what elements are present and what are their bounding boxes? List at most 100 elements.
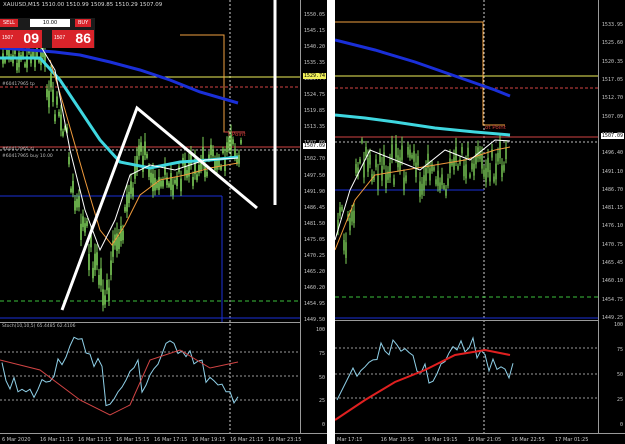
buy-tab[interactable]: BUY — [75, 19, 92, 27]
right-time-axis[interactable]: Mar 17:15 16 Mar 18:55 16 Mar 19:15 16 Mar … — [335, 433, 625, 444]
left-candle-body — [74, 200, 76, 211]
left-price-scale[interactable]: 1550.05 1545.15 1540.20 1535.35 1529.74 1524.… — [300, 0, 327, 444]
left-candle-body — [196, 174, 198, 181]
left-candle-body — [108, 287, 110, 301]
left-stoch-main — [1, 336, 239, 407]
left-candle-body — [238, 154, 240, 164]
right-candle-body — [503, 164, 505, 171]
left-symbol-label: XAUUSD,M15 1510.00 1510.99 1509.85 1510.… — [3, 2, 163, 8]
right-osc-label-1: 75 — [616, 347, 623, 353]
left-candle-body — [162, 180, 164, 187]
right-price-scale[interactable]: 1533.95 1525.60 1520.35 1517.05 1512.70 1507.… — [598, 0, 625, 444]
left-price-label-1: 1545.15 — [303, 28, 325, 35]
right-candle-body — [365, 146, 367, 157]
left-candle-body — [70, 188, 72, 193]
left-candle-body — [86, 221, 88, 227]
left-candle-body — [46, 89, 48, 98]
left-candle-body — [214, 161, 216, 171]
left-candle-body — [78, 196, 80, 208]
left-candle-body — [72, 180, 74, 193]
right-price-label-8: 1491.10 — [601, 168, 623, 175]
right-candle-body — [343, 240, 345, 251]
left-candle-body — [120, 225, 122, 242]
right-candle-body — [407, 146, 409, 155]
right-candle-body — [369, 154, 371, 165]
left-candle-body — [32, 51, 34, 57]
one-click-trading-panel: SELL 10.00 BUY 1507 09 1507 86 — [0, 18, 95, 48]
right-candle-body — [425, 168, 427, 181]
oscillator-separator[interactable] — [0, 322, 327, 323]
sell-button[interactable]: 1507 09 — [0, 30, 42, 48]
left-price-chart[interactable] — [0, 0, 327, 444]
right-time-label-2: 16 Mar 19:15 — [424, 437, 458, 443]
right-price-label-10: 1481.15 — [601, 205, 623, 212]
right-candle-body — [367, 158, 369, 172]
left-price-label-6: 1519.85 — [303, 108, 325, 115]
right-chart-window[interactable]: ot Point 1533.95 1525.60 1520.35 1517.05 151… — [335, 0, 625, 444]
left-candle-body — [106, 279, 108, 291]
left-candle-body — [58, 111, 60, 117]
left-ma-long — [0, 46, 239, 105]
right-price-label-14: 1460.10 — [601, 278, 623, 285]
right-candle-body — [433, 167, 435, 171]
right-candle-body — [493, 176, 495, 182]
left-candle-body — [174, 179, 176, 184]
left-candle-body — [148, 168, 150, 177]
right-candle-body — [419, 181, 421, 197]
right-candle-body — [399, 157, 401, 171]
right-candle-body — [443, 185, 445, 189]
right-candle-body — [469, 174, 471, 178]
sell-tab[interactable]: SELL — [0, 19, 18, 27]
right-candle-body — [349, 217, 351, 231]
right-price-label-9: 1486.70 — [601, 186, 623, 193]
right-candle-body — [417, 156, 419, 166]
left-candle-body — [130, 181, 132, 194]
left-candle-body — [172, 184, 174, 196]
right-candle-body — [341, 206, 343, 211]
right-candle-body — [391, 144, 393, 159]
right-candle-body — [501, 165, 503, 178]
left-candle-body — [176, 177, 178, 186]
right-candle-body — [435, 179, 437, 185]
left-price-label-11: 1491.90 — [303, 188, 325, 195]
left-price-label-0: 1550.05 — [303, 12, 325, 18]
right-candle-body — [383, 152, 385, 165]
right-candle-body — [457, 165, 459, 170]
left-time-label-0: 6 Mar 2020 — [2, 437, 31, 443]
left-osc-label-2: 50 — [318, 374, 325, 381]
left-current-price-tag: 1507.09 — [302, 143, 326, 149]
left-ema-mid — [49, 59, 239, 246]
order-sl-label: #60417965 sl — [2, 147, 34, 152]
right-candle-body — [353, 210, 355, 224]
right-price-label-3: 1517.05 — [601, 76, 623, 83]
right-price-chart[interactable] — [335, 0, 625, 444]
right-candle-body — [495, 163, 497, 180]
buy-price-digits: 86 — [75, 30, 91, 46]
right-price-label-5: 1507.09 — [601, 113, 623, 120]
left-candle-body — [80, 223, 82, 241]
left-candle-body — [228, 137, 230, 149]
left-candle-body — [118, 236, 120, 250]
left-candle-body — [24, 63, 26, 67]
left-chart-window[interactable]: XAUUSD,M15 1510.00 1510.99 1509.85 1510.… — [0, 0, 327, 444]
order-buy-label: #60417965 buy 10.00 — [2, 154, 53, 159]
left-candle-body — [76, 198, 78, 208]
left-time-axis[interactable]: 6 Mar 2020 16 Mar 11:15 16 Mar 13:15 16 Mar… — [0, 433, 327, 444]
right-orange-step — [335, 21, 505, 126]
left-candle-body — [88, 253, 90, 271]
left-candle-body — [82, 216, 84, 228]
oscillator-label: Stoch(10,10,5) 65.4485 62.4106 — [2, 324, 76, 329]
right-candle-body — [351, 211, 353, 222]
right-candle-body — [415, 162, 417, 178]
left-candle-body — [184, 161, 186, 176]
right-candle-body — [393, 178, 395, 185]
right-candle-body — [395, 143, 397, 158]
left-candle-body — [204, 165, 206, 178]
left-candle-body — [206, 171, 208, 177]
left-yellow-price-tag: 1529.74 — [302, 73, 326, 79]
buy-button[interactable]: 1507 86 — [52, 30, 94, 48]
right-candle-body — [483, 169, 485, 177]
oscillator-separator-right[interactable] — [335, 320, 625, 321]
left-candle-body — [126, 194, 128, 212]
lot-size-input[interactable]: 10.00 — [30, 19, 70, 27]
